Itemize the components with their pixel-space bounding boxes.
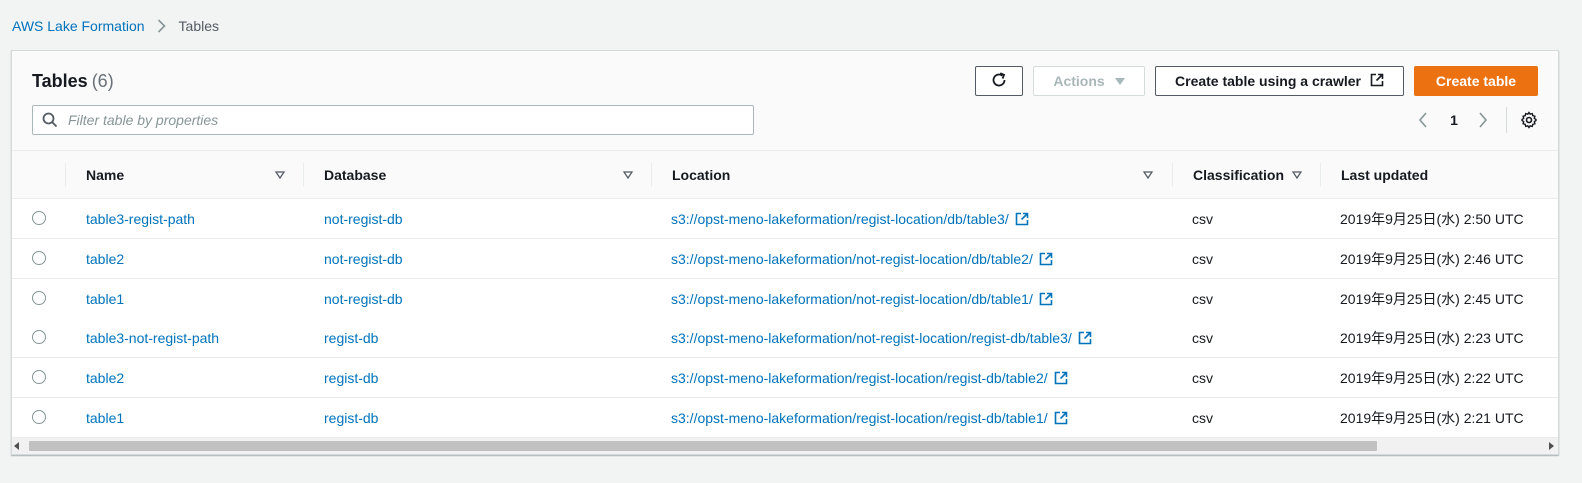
table-header: Name Database Location Classification La… — [12, 151, 1558, 199]
column-classification-label: Classification — [1193, 167, 1285, 183]
actions-dropdown[interactable]: Actions — [1033, 66, 1145, 96]
scrollbar-thumb[interactable] — [29, 441, 1377, 451]
crawler-label: Create table using a crawler — [1175, 73, 1361, 89]
panel-header: Tables (6) Actions Create table using a c… — [12, 51, 1558, 151]
column-database-label: Database — [324, 167, 387, 183]
external-link-icon[interactable] — [1054, 371, 1068, 385]
classification-cell: csv — [1192, 250, 1213, 267]
scroll-right-icon[interactable] — [1549, 442, 1554, 450]
table-row[interactable]: table1 regist-db s3://opst-meno-lakeformat… — [12, 398, 1558, 438]
table-name-link[interactable]: table2 — [86, 370, 124, 386]
table-name-link[interactable]: table2 — [86, 251, 124, 267]
actions-label: Actions — [1053, 73, 1105, 89]
caret-down-icon — [1114, 77, 1125, 85]
refresh-button[interactable] — [975, 66, 1023, 96]
column-header-last-updated[interactable]: Last updated — [1341, 151, 1428, 199]
location-link[interactable]: s3://opst-meno-lakeformation/not-regist-… — [671, 330, 1072, 346]
classification-cell: csv — [1192, 290, 1213, 307]
location-link[interactable]: s3://opst-meno-lakeformation/not-regist-… — [671, 251, 1033, 267]
classification-cell: csv — [1192, 370, 1213, 387]
row-select-radio[interactable] — [32, 370, 46, 385]
table-name-link[interactable]: table1 — [86, 410, 124, 426]
column-last-updated-label: Last updated — [1341, 167, 1429, 183]
next-page-icon[interactable] — [1475, 109, 1491, 131]
location-link[interactable]: s3://opst-meno-lakeformation/regist-loca… — [671, 410, 1048, 426]
breadcrumb-current: Tables — [178, 18, 219, 34]
breadcrumb-lake-formation-link[interactable]: AWS Lake Formation — [12, 18, 145, 34]
table-row[interactable]: table2 regist-db s3://opst-meno-lakeformat… — [12, 358, 1558, 399]
table-row[interactable]: table1 not-regist-db s3://opst-meno-lakefo… — [12, 278, 1558, 319]
breadcrumb: AWS Lake Formation Tables — [12, 17, 219, 35]
create-table-crawler-button[interactable]: Create table using a crawler — [1155, 66, 1404, 96]
chevron-right-icon — [157, 19, 167, 33]
location-link[interactable]: s3://opst-meno-lakeformation/regist-loca… — [671, 211, 1009, 227]
database-link[interactable]: not-regist-db — [324, 251, 403, 267]
table-name-link[interactable]: table3-regist-path — [86, 211, 195, 227]
table-row[interactable]: table3-regist-path not-regist-db s3://opst… — [12, 199, 1558, 239]
external-link-icon[interactable] — [1039, 252, 1053, 266]
filter-input[interactable] — [68, 112, 753, 128]
column-separator — [1320, 163, 1321, 187]
tables-panel: Tables (6) Actions Create table using a c… — [11, 50, 1559, 455]
prev-page-icon[interactable] — [1415, 109, 1431, 131]
table-row[interactable]: table2 not-regist-db s3://opst-meno-lakefo… — [12, 238, 1558, 279]
row-select-radio[interactable] — [32, 211, 46, 225]
scroll-left-icon[interactable] — [14, 442, 19, 450]
column-header-location[interactable]: Location — [672, 151, 730, 199]
row-select-radio[interactable] — [32, 290, 46, 305]
row-select-radio[interactable] — [32, 330, 46, 345]
row-select-radio[interactable] — [32, 250, 46, 265]
location-link[interactable]: s3://opst-meno-lakeformation/not-regist-… — [671, 291, 1033, 307]
page-title: Tables (6) — [32, 71, 114, 92]
refresh-icon — [990, 71, 1008, 92]
external-link-icon[interactable] — [1015, 212, 1029, 226]
column-header-classification[interactable]: Classification — [1193, 151, 1284, 199]
database-link[interactable]: not-regist-db — [324, 291, 403, 307]
external-link-icon[interactable] — [1054, 411, 1068, 425]
classification-cell: csv — [1192, 410, 1213, 426]
column-header-name[interactable]: Name — [86, 151, 124, 199]
database-link[interactable]: regist-db — [324, 330, 378, 346]
column-name-label: Name — [86, 167, 125, 183]
database-link[interactable]: regist-db — [324, 370, 378, 386]
external-link-icon — [1370, 73, 1384, 90]
last-updated-cell: 2019年9月25日(水) 2:22 UTC — [1340, 370, 1524, 387]
filter-field[interactable] — [32, 105, 754, 135]
last-updated-cell: 2019年9月25日(水) 2:21 UTC — [1340, 410, 1524, 426]
database-link[interactable]: not-regist-db — [324, 211, 403, 227]
table-name-link[interactable]: table3-not-regist-path — [86, 330, 219, 346]
last-updated-cell: 2019年9月25日(水) 2:23 UTC — [1340, 330, 1524, 347]
page-number[interactable]: 1 — [1447, 109, 1461, 131]
column-header-database[interactable]: Database — [324, 151, 386, 199]
column-separator — [1172, 163, 1173, 187]
column-separator — [651, 163, 652, 187]
external-link-icon[interactable] — [1078, 331, 1092, 345]
column-location-label: Location — [672, 167, 731, 183]
pager-divider — [1506, 107, 1507, 133]
location-link[interactable]: s3://opst-meno-lakeformation/regist-loca… — [671, 370, 1048, 386]
classification-cell: csv — [1192, 211, 1213, 227]
last-updated-cell: 2019年9月25日(水) 2:45 UTC — [1340, 290, 1524, 307]
column-separator — [65, 163, 66, 187]
create-table-button[interactable]: Create table — [1414, 66, 1538, 96]
horizontal-scrollbar[interactable] — [12, 438, 1558, 454]
external-link-icon[interactable] — [1039, 292, 1053, 306]
search-icon — [42, 111, 60, 129]
table-row[interactable]: table3-not-regist-path regist-db s3://opst… — [12, 318, 1558, 359]
table-name-link[interactable]: table1 — [86, 291, 124, 307]
table-count: (6) — [91, 71, 114, 91]
last-updated-cell: 2019年9月25日(水) 2:46 UTC — [1340, 250, 1524, 267]
title-text: Tables — [32, 71, 88, 91]
classification-cell: csv — [1192, 330, 1213, 347]
database-link[interactable]: regist-db — [324, 410, 378, 426]
row-select-radio[interactable] — [32, 410, 46, 424]
gear-icon[interactable] — [1519, 110, 1539, 130]
last-updated-cell: 2019年9月25日(水) 2:50 UTC — [1340, 211, 1524, 227]
column-separator — [303, 163, 304, 187]
